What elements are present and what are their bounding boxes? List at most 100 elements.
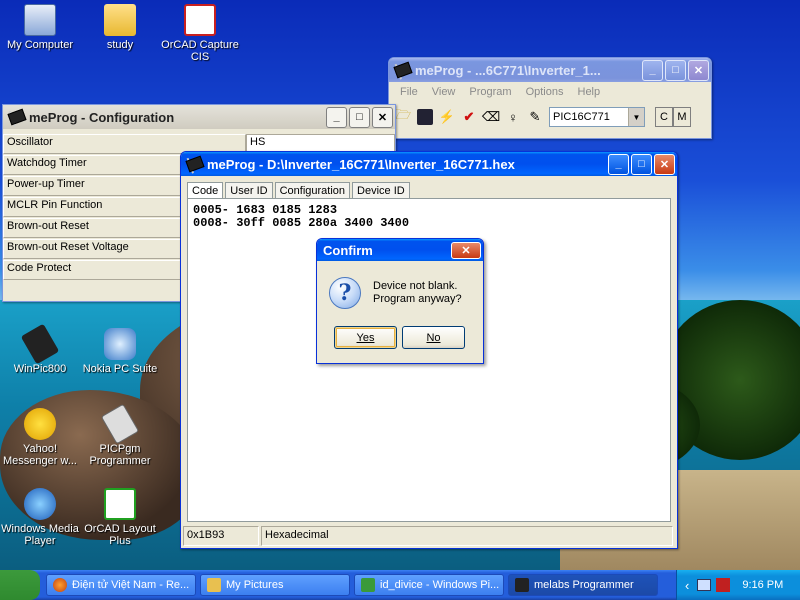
window-title: meProg - Configuration bbox=[29, 109, 175, 125]
yahoo-icon bbox=[24, 408, 56, 440]
question-icon: ? bbox=[329, 277, 361, 309]
desktop-icon-yahoo-messenger[interactable]: Yahoo! Messenger w... bbox=[0, 408, 80, 467]
config-m-button[interactable]: M bbox=[673, 107, 691, 127]
close-button[interactable]: ✕ bbox=[451, 241, 481, 259]
chip-icon bbox=[515, 578, 529, 592]
clock[interactable]: 9:16 PM bbox=[742, 579, 783, 591]
verify-icon[interactable]: ✔ bbox=[461, 109, 477, 125]
folder-icon bbox=[207, 578, 221, 592]
no-button[interactable]: No bbox=[402, 326, 465, 349]
erase-icon[interactable]: ⌫ bbox=[482, 109, 500, 125]
desktop-icon-label: study bbox=[106, 39, 134, 51]
taskbar-item[interactable]: id_divice - Windows Pi... bbox=[354, 574, 504, 596]
menu-program[interactable]: Program bbox=[462, 86, 518, 98]
program-icon[interactable]: ⚡ bbox=[439, 109, 455, 125]
desktop-icon-label: Windows Media Player bbox=[1, 523, 79, 547]
close-button[interactable]: ✕ bbox=[654, 153, 675, 175]
desktop-icon-orcad-capture[interactable]: OrCAD Capture CIS bbox=[160, 4, 240, 63]
menu-bar: File View Program Options Help bbox=[389, 82, 711, 102]
desktop-icon-picpgm[interactable]: PICPgm Programmer bbox=[80, 403, 160, 467]
taskbar-item[interactable]: My Pictures bbox=[200, 574, 350, 596]
device-select-value: PIC16C771 bbox=[553, 111, 610, 123]
firefox-icon bbox=[53, 578, 67, 592]
desktop-icon-label: My Computer bbox=[6, 39, 74, 51]
chip-icon bbox=[100, 403, 140, 445]
meprog-main-window[interactable]: meProg - ...6C771\Inverter_1... _ □ ✕ Fi… bbox=[388, 57, 712, 139]
chip-icon bbox=[185, 155, 205, 173]
config-c-button[interactable]: C bbox=[655, 107, 673, 127]
toolbar: 🗁 ⚡ ✔ ⌫ ♀ ✎ PIC16C771 ▼ C M bbox=[389, 102, 711, 132]
desktop-icon-my-computer[interactable]: My Computer bbox=[0, 4, 80, 51]
open-folder-icon[interactable]: 🗁 bbox=[395, 107, 411, 125]
desktop-icon-label: PICPgm Programmer bbox=[89, 443, 151, 467]
tab-user-id[interactable]: User ID bbox=[225, 182, 273, 199]
folder-icon bbox=[104, 4, 136, 36]
taskbar: Điện tử Việt Nam - Re... My Pictures id_… bbox=[0, 570, 800, 600]
status-format: Hexadecimal bbox=[261, 526, 673, 546]
status-bar: 0x1B93 Hexadecimal bbox=[183, 526, 675, 546]
yes-button[interactable]: Yes bbox=[334, 326, 397, 349]
network-icon[interactable] bbox=[697, 579, 712, 591]
desktop-icon-winpic800[interactable]: WinPic800 bbox=[0, 323, 80, 375]
window-titlebar[interactable]: meProg - ...6C771\Inverter_1... _ □ ✕ bbox=[389, 58, 711, 82]
picture-viewer-icon bbox=[361, 578, 375, 592]
taskbar-item-label: My Pictures bbox=[226, 579, 284, 591]
computer-icon bbox=[24, 4, 56, 36]
dialog-message: Device not blank. Program anyway? bbox=[373, 280, 462, 306]
menu-options[interactable]: Options bbox=[519, 86, 571, 98]
window-title: meProg - D:\Inverter_16C771\Inverter_16C… bbox=[207, 156, 515, 172]
taskbar-item-label: melabs Programmer bbox=[534, 579, 634, 591]
device-select[interactable]: PIC16C771 ▼ bbox=[549, 107, 645, 127]
minimize-button[interactable]: _ bbox=[642, 59, 663, 81]
taskbar-item[interactable]: melabs Programmer bbox=[508, 574, 658, 596]
menu-file[interactable]: File bbox=[393, 86, 425, 98]
window-title: meProg - ...6C771\Inverter_1... bbox=[415, 62, 601, 78]
warning-icon[interactable] bbox=[716, 578, 731, 592]
desktop-icon-nokia-pc-suite[interactable]: Nokia PC Suite bbox=[80, 328, 160, 375]
orcad-capture-icon bbox=[184, 4, 216, 36]
read-icon[interactable]: ✎ bbox=[527, 109, 543, 125]
chip-icon bbox=[20, 323, 60, 365]
menu-view[interactable]: View bbox=[425, 86, 463, 98]
desktop-icon-label: Nokia PC Suite bbox=[82, 363, 158, 375]
maximize-button[interactable]: □ bbox=[631, 153, 652, 175]
minimize-button[interactable]: _ bbox=[608, 153, 629, 175]
taskbar-item-label: id_divice - Windows Pi... bbox=[380, 579, 500, 591]
close-button[interactable]: ✕ bbox=[372, 106, 393, 128]
window-titlebar[interactable]: meProg - Configuration _ □ ✕ bbox=[3, 105, 395, 129]
blank-check-icon[interactable]: ♀ bbox=[505, 109, 521, 125]
menu-help[interactable]: Help bbox=[571, 86, 608, 98]
code-line: 0008- 30ff 0085 280a 3400 3400 bbox=[193, 216, 410, 230]
maximize-button[interactable]: □ bbox=[665, 59, 686, 81]
minimize-button[interactable]: _ bbox=[326, 106, 347, 128]
chevron-down-icon[interactable]: ▼ bbox=[628, 108, 644, 126]
system-tray: ‹ 9:16 PM bbox=[676, 570, 800, 600]
status-address: 0x1B93 bbox=[183, 526, 259, 546]
dialog-message-line: Program anyway? bbox=[373, 293, 462, 305]
taskbar-item[interactable]: Điện tử Việt Nam - Re... bbox=[46, 574, 196, 596]
nokia-icon bbox=[104, 328, 136, 360]
window-titlebar[interactable]: meProg - D:\Inverter_16C771\Inverter_16C… bbox=[181, 152, 677, 176]
tab-configuration[interactable]: Configuration bbox=[274, 182, 351, 199]
confirm-dialog[interactable]: Confirm ✕ ? Device not blank. Program an… bbox=[316, 238, 484, 364]
desktop-icon-study[interactable]: study bbox=[80, 4, 160, 51]
desktop-icon-label: Yahoo! Messenger w... bbox=[3, 443, 77, 467]
maximize-button[interactable]: □ bbox=[349, 106, 370, 128]
chip-icon bbox=[7, 108, 27, 126]
media-player-icon bbox=[24, 488, 56, 520]
start-button[interactable] bbox=[0, 570, 40, 600]
close-button[interactable]: ✕ bbox=[688, 59, 709, 81]
dialog-title: Confirm bbox=[323, 242, 373, 258]
desktop-icon-label: WinPic800 bbox=[13, 363, 67, 375]
save-icon[interactable] bbox=[417, 109, 433, 125]
desktop-icon-label: OrCAD Layout Plus bbox=[84, 523, 156, 547]
chevron-left-icon[interactable]: ‹ bbox=[685, 578, 689, 593]
tab-device-id[interactable]: Device ID bbox=[352, 182, 410, 199]
chip-icon bbox=[393, 61, 413, 79]
desktop-icon-windows-media-player[interactable]: Windows Media Player bbox=[0, 488, 80, 547]
dialog-titlebar[interactable]: Confirm ✕ bbox=[317, 239, 483, 261]
tab-strip: Code User ID Configuration Device ID bbox=[181, 176, 677, 200]
desktop-icon-label: OrCAD Capture CIS bbox=[161, 39, 239, 63]
desktop-icon-orcad-layout[interactable]: OrCAD Layout Plus bbox=[80, 488, 160, 547]
orcad-layout-icon bbox=[104, 488, 136, 520]
